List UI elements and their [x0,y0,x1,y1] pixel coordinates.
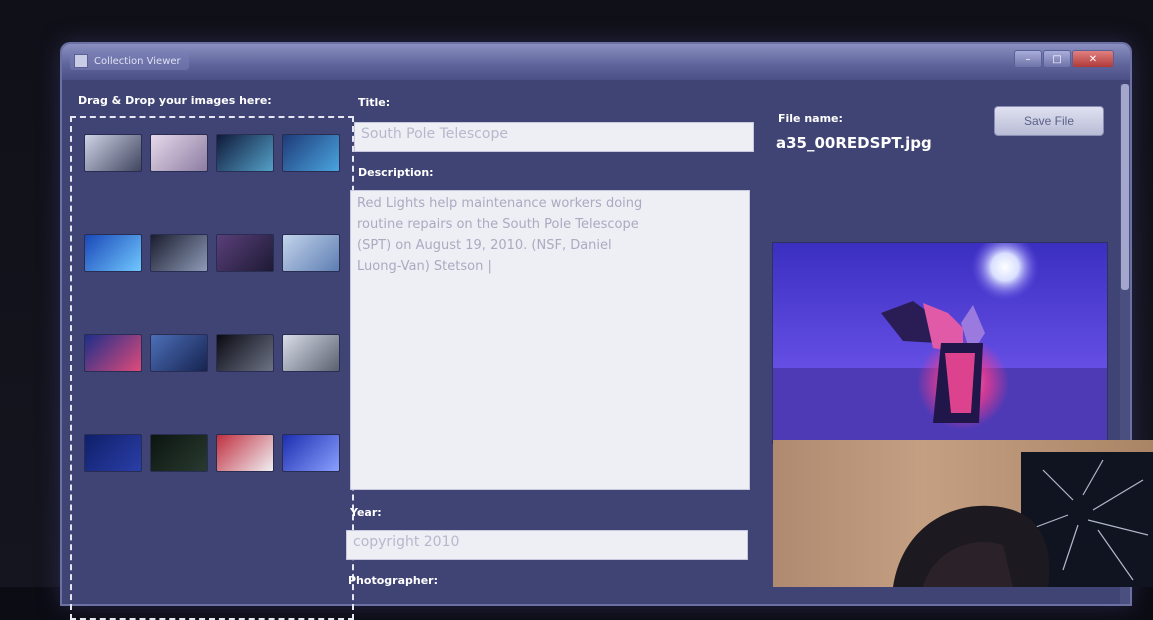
window-controls: – □ ✕ [1013,50,1114,68]
title-bar[interactable]: Collection Viewer – □ ✕ [62,44,1130,80]
image-thumbnail[interactable] [150,234,208,272]
close-button[interactable]: ✕ [1072,50,1114,68]
year-input[interactable]: copyright 2010 [346,530,748,560]
description-textarea[interactable]: Red Lights help maintenance workers doin… [350,190,750,490]
image-thumbnail[interactable] [282,134,340,172]
file-name-value: a35_00REDSPT.jpg [776,134,932,152]
image-thumbnail[interactable] [150,434,208,472]
year-label: Year: [350,506,382,519]
title-label: Title: [358,96,391,109]
image-thumbnail[interactable] [282,334,340,372]
telescope-photo [773,243,1107,443]
image-drop-zone[interactable] [70,116,354,620]
image-thumbnail[interactable] [84,434,142,472]
thumbnail-grid [84,134,340,472]
image-thumbnail[interactable] [150,334,208,372]
presenter-video [893,452,1153,587]
window-title-group: Collection Viewer [70,52,189,70]
image-thumbnail[interactable] [216,134,274,172]
minimize-button[interactable]: – [1014,50,1042,68]
drop-zone-label: Drag & Drop your images here: [78,94,272,107]
app-icon [74,54,88,68]
description-label: Description: [358,166,434,179]
image-thumbnail[interactable] [216,234,274,272]
image-thumbnail[interactable] [282,434,340,472]
image-thumbnail[interactable] [84,234,142,272]
image-preview [772,242,1108,444]
image-thumbnail[interactable] [84,334,142,372]
image-thumbnail[interactable] [216,334,274,372]
scrollbar-thumb[interactable] [1121,84,1129,290]
file-name-label: File name: [778,112,843,125]
maximize-button[interactable]: □ [1043,50,1071,68]
save-file-button[interactable]: Save File [994,106,1104,136]
photographer-label: Photographer: [348,574,438,587]
image-thumbnail[interactable] [150,134,208,172]
window-title: Collection Viewer [94,55,181,67]
image-thumbnail[interactable] [84,134,142,172]
webcam-overlay [773,440,1153,587]
title-input[interactable]: South Pole Telescope [354,122,754,152]
image-thumbnail[interactable] [282,234,340,272]
image-thumbnail[interactable] [216,434,274,472]
